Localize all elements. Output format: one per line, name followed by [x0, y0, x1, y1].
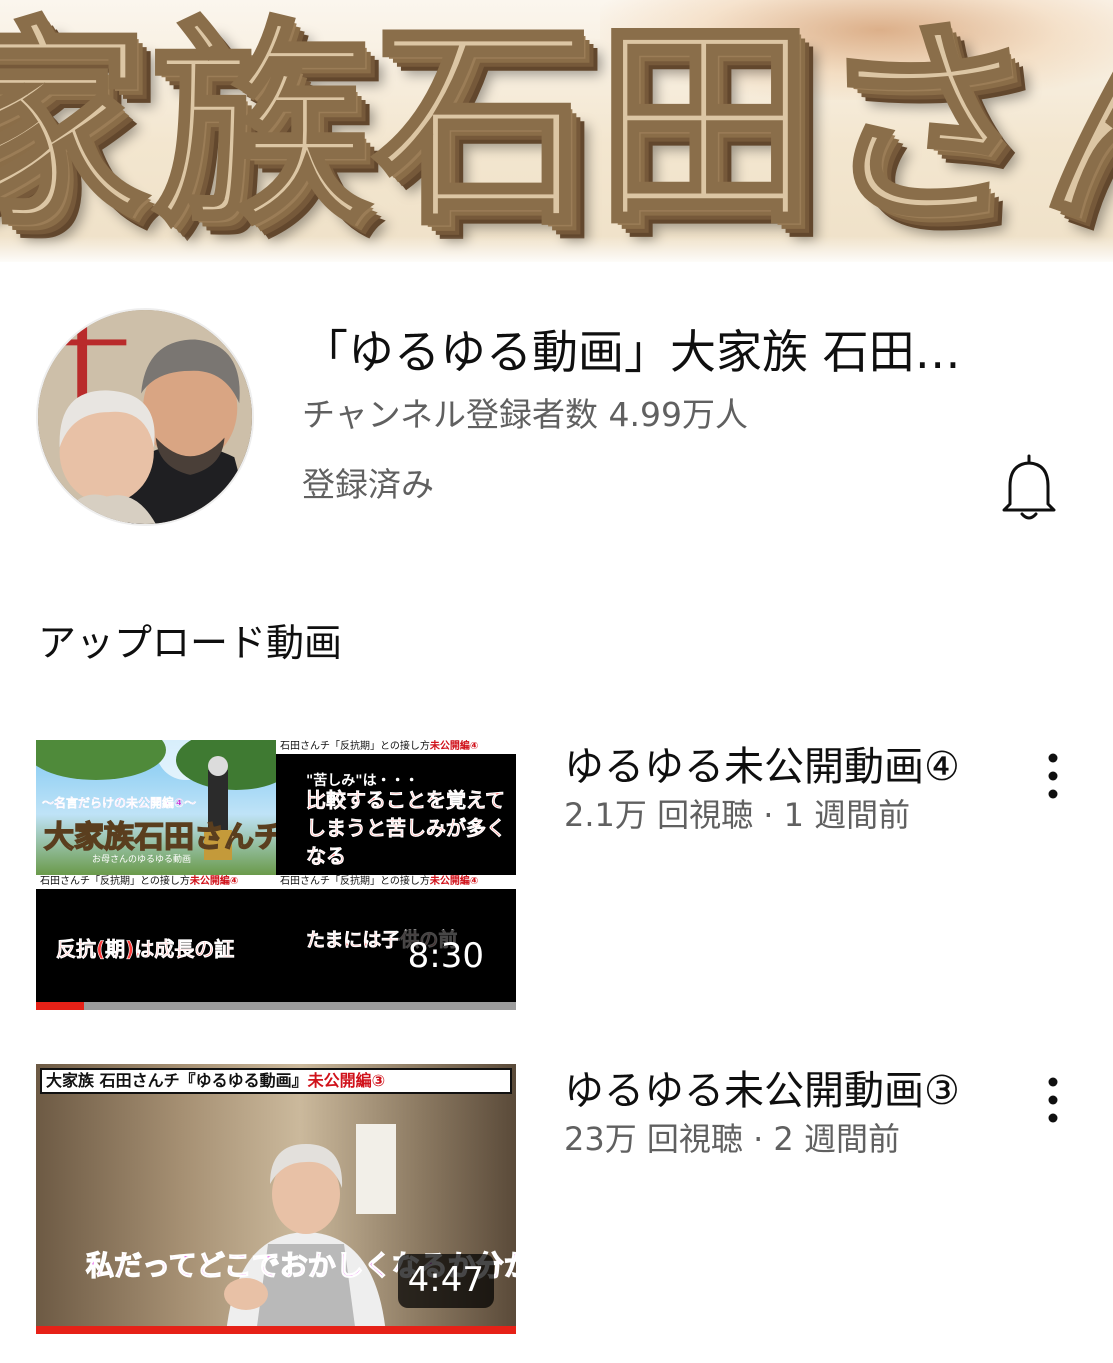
more-options-icon[interactable]	[1030, 746, 1076, 806]
thumb-logo-text: 大家族石田さんチ	[43, 819, 276, 856]
more-options-icon[interactable]	[1030, 1070, 1076, 1130]
thumb-panel-bottom-left: 石田さんチ「反抗期」との接し方未公開編④ 反抗(期)は成長の証	[36, 875, 276, 1010]
thumb-strip: 石田さんチ「反抗期」との接し方未公開編④	[276, 740, 516, 754]
thumb-panel-quote: 石田さんチ「反抗期」との接し方未公開編④ "苦しみ"は・・・ 比較することを覚え…	[276, 740, 516, 875]
banner-title-art: 家族石田さん	[0, 0, 1113, 254]
subscriber-count: チャンネル登録者数 4.99万人	[302, 395, 748, 434]
video-duration: 4:47	[397, 1254, 494, 1308]
watch-progress-bar	[36, 1002, 516, 1010]
thumb-logo-caption: お母さんのゆるゆる動画	[92, 855, 192, 865]
watch-progress-fill	[36, 1002, 84, 1010]
thumb-top-bar: 大家族 石田さんチ『ゆるゆる動画』未公開編③	[40, 1068, 512, 1094]
thumb-person	[224, 1124, 396, 1334]
channel-page: 家族石田さん 「ゆるゆる動画」大家族 石田… チャンネル登録者数 4.99万人 …	[0, 0, 1113, 1363]
watch-progress-bar	[36, 1326, 516, 1334]
channel-title[interactable]: 「ゆるゆる動画」大家族 石田…	[302, 322, 1072, 382]
thumb-quote-body: 比較することを覚えてしまうと苦しみが多くなる	[306, 788, 507, 869]
thumb-subtitle: 〜名言だらけの未公開編④〜	[42, 796, 197, 810]
banner-fade	[0, 236, 1113, 262]
video-item[interactable]: 大家族 石田さんチ『ゆるゆる動画』未公開編③ 私だってどこでおかしくなるか分から…	[0, 1064, 1113, 1336]
uploads-heading[interactable]: アップロード動画	[38, 616, 342, 670]
thumb-bottom-left-text: 反抗(期)は成長の証	[56, 937, 235, 962]
video-meta: 2.1万 回視聴 · 1 週間前	[564, 796, 911, 834]
watch-progress-fill	[36, 1326, 516, 1334]
channel-banner: 家族石田さん	[0, 0, 1113, 262]
thumb-strip: 石田さんチ「反抗期」との接し方未公開編④	[276, 875, 516, 889]
thumb-strip: 石田さんチ「反抗期」との接し方未公開編④	[36, 875, 276, 889]
video-thumbnail[interactable]: 〜名言だらけの未公開編④〜 大家族石田さんチ お母さんのゆるゆる動画 石田さんチ…	[36, 740, 516, 1010]
video-item[interactable]: 〜名言だらけの未公開編④〜 大家族石田さんチ お母さんのゆるゆる動画 石田さんチ…	[0, 740, 1113, 1012]
video-title[interactable]: ゆるゆる未公開動画③	[564, 1064, 960, 1118]
thumb-panel-logo: 〜名言だらけの未公開編④〜 大家族石田さんチ お母さんのゆるゆる動画	[36, 740, 276, 875]
avatar-photo	[38, 310, 252, 524]
subscribed-button[interactable]: 登録済み	[302, 462, 434, 508]
bell-icon[interactable]	[996, 450, 1062, 524]
video-meta: 23万 回視聴 · 2 週間前	[564, 1120, 900, 1158]
channel-avatar[interactable]	[36, 308, 254, 526]
video-duration: 8:30	[397, 930, 494, 984]
video-thumbnail[interactable]: 大家族 石田さんチ『ゆるゆる動画』未公開編③ 私だってどこでおかしくなるか分から…	[36, 1064, 516, 1334]
video-title[interactable]: ゆるゆる未公開動画④	[564, 740, 960, 794]
